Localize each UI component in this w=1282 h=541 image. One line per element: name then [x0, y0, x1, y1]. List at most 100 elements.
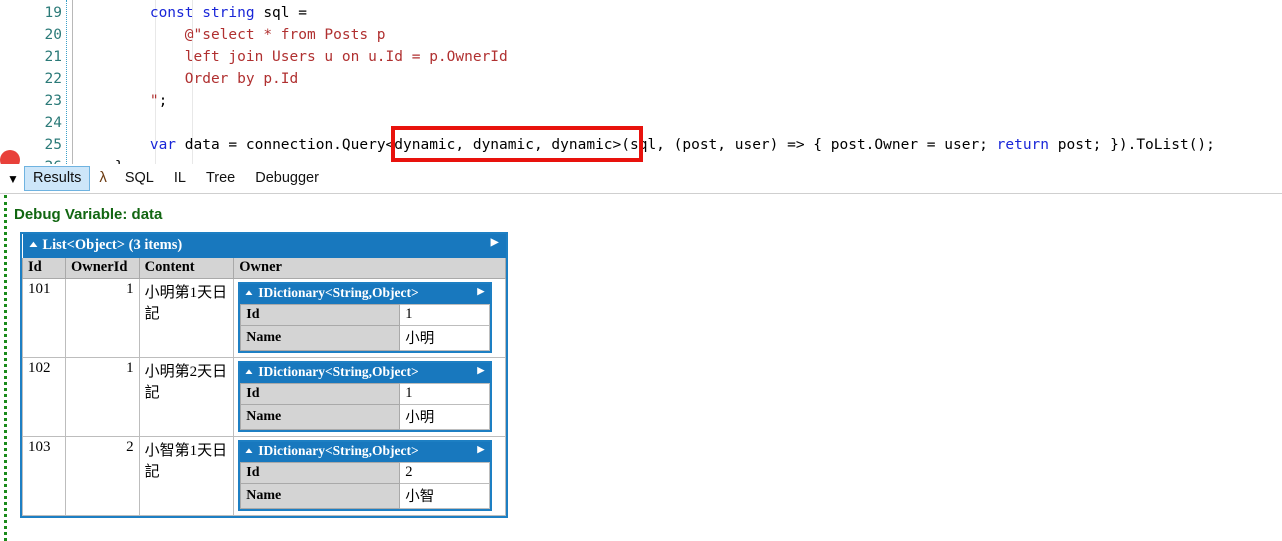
code-editor[interactable]: 19 20 21 22 23 24 25 26 const string sql = @"se… [0, 0, 1282, 164]
nested-grid-title-label: IDictionary<String,Object> [258, 443, 419, 458]
result-grid: ▲ List<Object> (3 items) ▶ Id OwnerId Conte… [20, 232, 508, 518]
nested-grid-title-bar[interactable]: ▲ IDictionary<String,Object> ▶ [240, 284, 491, 304]
nested-dictionary-grid: ▲ IDictionary<String,Object> ▶ Id 1 Name 小明 [238, 282, 493, 353]
line-number: 26 [22, 156, 62, 164]
tab-results[interactable]: Results [24, 166, 91, 191]
nested-grid-title-bar[interactable]: ▲ IDictionary<String,Object> ▶ [240, 363, 491, 383]
tab-[interactable]: λ [92, 166, 114, 191]
nested-kv-table: Id 1 Name 小明 [240, 304, 491, 351]
line-number: 20 [44, 27, 62, 43]
nested-dictionary-grid: ▲ IDictionary<String,Object> ▶ Id 2 Name 小智 [238, 440, 493, 511]
results-panel: Debug Variable: data ▲ List<Object> (3 it… [0, 195, 1282, 541]
nested-collapse-caret-icon[interactable]: ▲ [243, 446, 255, 455]
nested-value: 2 [399, 462, 491, 484]
line-number: 24 [44, 115, 62, 131]
cell-ownerid: 1 [64, 278, 140, 358]
nested-collapse-caret-icon[interactable]: ▲ [243, 367, 255, 376]
nested-key: Name [240, 325, 401, 351]
code-token: data = connection.Query<dynamic, dynamic… [184, 137, 997, 153]
cell-id: 101 [22, 278, 66, 358]
cell-owner: ▲ IDictionary<String,Object> ▶ Id 2 Name 小智 [233, 436, 506, 516]
collapse-panel-icon[interactable]: ▼ [2, 173, 24, 185]
cell-content: 小智第1天日記 [138, 436, 235, 516]
nested-expand-icon[interactable]: ▶ [477, 286, 484, 297]
column-header-id[interactable]: Id [22, 258, 66, 279]
nested-table-row: Id 1 [240, 383, 491, 405]
cell-owner: ▲ IDictionary<String,Object> ▶ Id 1 Name 小明 [233, 278, 506, 358]
code-line[interactable]: "; [80, 90, 1215, 112]
line-number: 23 [44, 93, 62, 109]
grid-title-bar[interactable]: ▲ List<Object> (3 items) ▶ [22, 234, 506, 258]
code-token: const string [80, 5, 264, 21]
nested-value: 小明 [399, 404, 491, 430]
line-number: 21 [44, 49, 62, 65]
column-header-row: Id OwnerId Content Owner [22, 258, 506, 279]
tab-debugger[interactable]: Debugger [246, 166, 328, 191]
tab-tree[interactable]: Tree [197, 166, 244, 191]
gutter-dotted-divider [66, 0, 67, 164]
code-line[interactable] [80, 112, 1215, 134]
grid-expand-icon[interactable]: ▶ [491, 237, 499, 248]
cell-id: 102 [22, 357, 66, 437]
line-number: 25 [44, 137, 62, 153]
nested-collapse-caret-icon[interactable]: ▲ [243, 288, 255, 297]
cell-ownerid: 1 [64, 357, 140, 437]
gutter-solid-divider [72, 0, 73, 164]
grid-title-row[interactable]: ▲ List<Object> (3 items) ▶ [22, 234, 506, 258]
cell-id: 103 [22, 436, 66, 516]
cell-ownerid: 2 [64, 436, 140, 516]
breakpoint-icon[interactable] [0, 150, 20, 164]
nested-value: 1 [399, 304, 491, 326]
results-tabstrip[interactable]: ▼ Results λ SQL IL Tree Debugger [0, 164, 1282, 194]
column-header-content[interactable]: Content [138, 258, 235, 279]
nested-expand-icon[interactable]: ▶ [477, 444, 484, 455]
code-token: post; }).ToList(); [1057, 137, 1215, 153]
nested-key: Name [240, 404, 401, 430]
nested-value: 小明 [399, 325, 491, 351]
nested-kv-table: Id 2 Name 小智 [240, 462, 491, 509]
code-line[interactable]: left join Users u on u.Id = p.OwnerId [80, 46, 1215, 68]
breakpoint-gutter[interactable] [0, 0, 22, 164]
nested-table-row: Id 1 [240, 304, 491, 326]
result-table: ▲ List<Object> (3 items) ▶ Id OwnerId Conte… [22, 234, 506, 516]
code-token: sql = [263, 5, 307, 21]
nested-expand-icon[interactable]: ▶ [477, 365, 484, 376]
table-row[interactable]: 101 1 小明第1天日記 ▲ IDictionary<String,Object> ▶ I… [22, 278, 506, 358]
nested-grid-title-label: IDictionary<String,Object> [258, 364, 419, 379]
column-header-ownerid[interactable]: OwnerId [64, 258, 140, 279]
code-line[interactable]: const string sql = [80, 2, 1215, 24]
nested-value: 小智 [399, 483, 491, 509]
nested-dictionary-grid: ▲ IDictionary<String,Object> ▶ Id 1 Name 小明 [238, 361, 493, 432]
grid-body: 101 1 小明第1天日記 ▲ IDictionary<String,Object> ▶ I… [22, 278, 506, 516]
code-token: left join Users u on u.Id = p.OwnerId [80, 49, 508, 65]
code-line[interactable]: @"select * from Posts p [80, 24, 1215, 46]
cell-owner: ▲ IDictionary<String,Object> ▶ Id 1 Name 小明 [233, 357, 506, 437]
code-token: return [996, 137, 1058, 153]
code-token: Order by p.Id [80, 71, 299, 87]
nested-key: Id [240, 462, 401, 484]
table-row[interactable]: 103 2 小智第1天日記 ▲ IDictionary<String,Object> ▶ I… [22, 436, 506, 516]
nested-kv-table: Id 1 Name 小明 [240, 383, 491, 430]
tab-list: Results λ SQL IL Tree Debugger [24, 166, 330, 191]
nested-value: 1 [399, 383, 491, 405]
code-token: @"select * from Posts p [80, 27, 386, 43]
collapse-caret-icon[interactable]: ▲ [26, 239, 39, 249]
code-token: ; [158, 93, 168, 109]
dump-heading: Debug Variable: data [14, 206, 163, 223]
column-header-owner[interactable]: Owner [233, 258, 506, 279]
code-line[interactable]: var data = connection.Query<dynamic, dyn… [80, 134, 1215, 156]
tab-il[interactable]: IL [165, 166, 195, 191]
nested-key: Id [240, 304, 401, 326]
nested-table-row: Id 2 [240, 462, 491, 484]
code-text[interactable]: const string sql = @"select * from Posts… [80, 0, 1215, 164]
code-line[interactable]: Order by p.Id [80, 68, 1215, 90]
grid-title-label: List<Object> (3 items) [42, 237, 183, 253]
tab-sql[interactable]: SQL [116, 166, 163, 191]
nested-table-row: Name 小明 [240, 325, 491, 351]
nested-grid-title-bar[interactable]: ▲ IDictionary<String,Object> ▶ [240, 442, 491, 462]
cell-content: 小明第2天日記 [138, 357, 235, 437]
dump-container-marker [4, 195, 7, 541]
code-token: var [80, 137, 185, 153]
table-row[interactable]: 102 1 小明第2天日記 ▲ IDictionary<String,Object> ▶ I… [22, 357, 506, 437]
code-line[interactable]: } [80, 156, 1215, 164]
